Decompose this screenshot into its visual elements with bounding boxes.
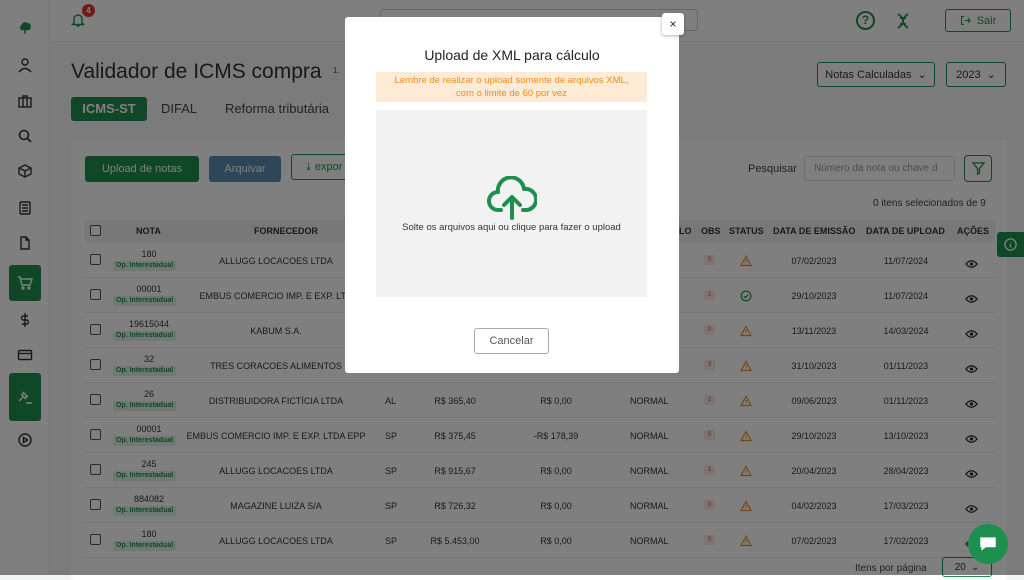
cancel-button[interactable]: Cancelar (474, 328, 549, 354)
chat-button[interactable] (968, 524, 1008, 564)
cloud-upload-icon (487, 176, 537, 220)
close-icon[interactable]: × (662, 13, 684, 35)
dropzone-text: Solte os arquivos aqui ou clique para fa… (402, 222, 621, 233)
upload-warning: Lembre de realizar o upload somente de a… (376, 72, 647, 102)
upload-warning-line1: Lembre de realizar o upload somente de a… (394, 75, 629, 86)
chat-icon (980, 537, 996, 551)
modal-title: Upload de XML para cálculo (424, 47, 600, 63)
upload-xml-modal: × Upload de XML para cálculo Lembre de r… (345, 13, 684, 373)
upload-warning-line2: com o limite de 60 por vez (456, 88, 567, 99)
file-dropzone[interactable]: Solte os arquivos aqui ou clique para fa… (376, 110, 647, 297)
